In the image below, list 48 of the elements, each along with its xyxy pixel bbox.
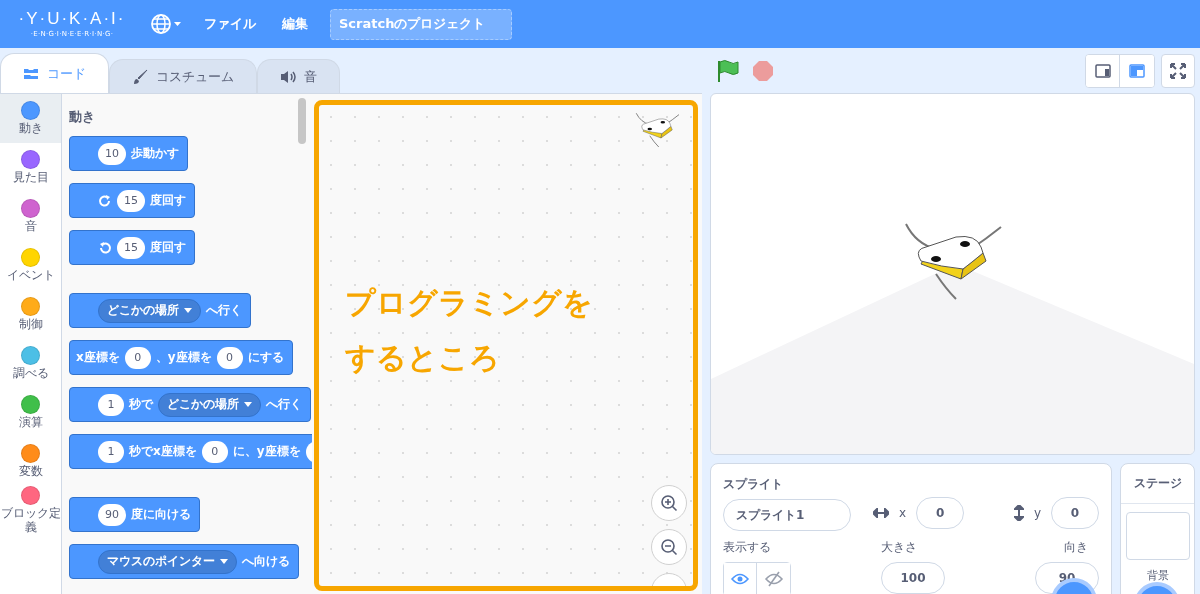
stage-title: ステージ [1121, 464, 1194, 504]
backdrops-label: 背景 [1146, 568, 1169, 583]
block-text: 秒で [129, 396, 153, 413]
direction-label: 向き [1063, 539, 1088, 556]
category-heading: 動き [69, 108, 96, 126]
tab[interactable]: 音 [257, 59, 340, 93]
dropdown[interactable]: どこかの場所 [158, 392, 261, 417]
input-field[interactable]: 0 [124, 346, 151, 369]
sprite-label: スプライト [723, 476, 784, 493]
category-item[interactable]: ブロック定義 [0, 486, 61, 535]
block-text: 度回す [150, 192, 186, 209]
input-field[interactable]: 10 [98, 142, 126, 165]
show-label: 表示する [723, 539, 772, 556]
dropdown[interactable]: どこかの場所 [98, 298, 201, 323]
annotation-text: プログラミングを するところ [345, 284, 594, 377]
code-block[interactable]: 10 歩動かす [69, 136, 188, 171]
block-text: x座標を [76, 349, 120, 366]
block-text: 、y座標を [155, 349, 212, 366]
tab[interactable]: コスチューム [109, 59, 257, 93]
code-block[interactable]: 15 度回す [69, 183, 195, 218]
dropdown[interactable]: マウスのポインター [98, 549, 237, 574]
block-text: 歩動かす [131, 145, 179, 162]
block-text: 度回す [150, 239, 186, 256]
input-field[interactable]: 90 [98, 503, 126, 526]
input-field[interactable]: 1 [98, 393, 124, 416]
code-block[interactable]: どこかの場所 へ行く [69, 293, 251, 328]
block-text: にする [247, 349, 284, 366]
block-text: へ行く [206, 302, 242, 319]
input-field[interactable]: 0 [201, 440, 228, 463]
code-block[interactable]: 15 度回す [69, 230, 195, 265]
input-field[interactable]: 0 [216, 346, 243, 369]
code-block[interactable]: 1 秒でx座標を 0 に、y座標を [69, 434, 312, 469]
code-block[interactable]: 90 度に向ける [69, 497, 200, 532]
block-text: へ向ける [242, 553, 290, 570]
category-item[interactable]: 動き [0, 94, 61, 143]
code-block[interactable]: x座標を 0 、y座標を 0 にする [69, 340, 293, 375]
block-text: 秒でx座標を [129, 443, 197, 460]
size-label: 大きさ [881, 539, 918, 556]
block-text: 度に向ける [131, 506, 191, 523]
block-text: へ行く [266, 396, 302, 413]
input-field[interactable]: 15 [117, 189, 145, 212]
y-label: y [1033, 505, 1041, 520]
x-label: x [899, 505, 907, 520]
code-block[interactable]: マウスのポインター へ向ける [69, 544, 299, 579]
code-block[interactable]: 1 秒で どこかの場所 へ行く [69, 387, 311, 422]
input-field[interactable]: 1 [98, 440, 124, 463]
input-field[interactable]: 15 [117, 236, 145, 259]
block-text: に、y座標を [232, 443, 301, 460]
